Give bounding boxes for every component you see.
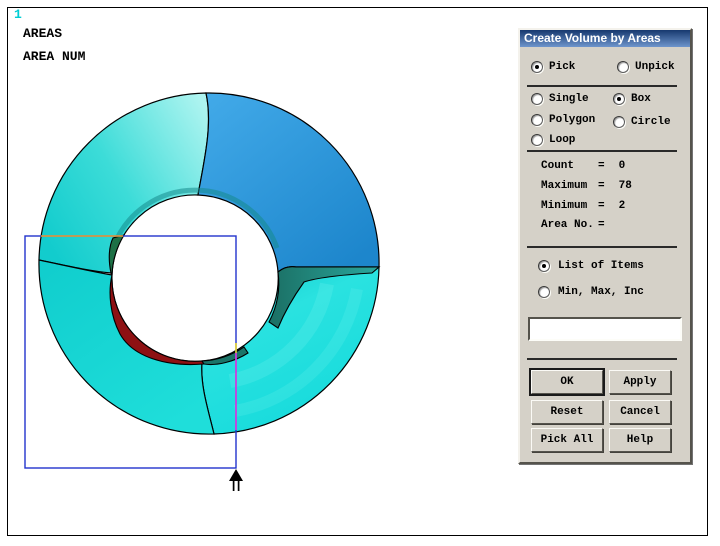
separator [527,246,677,248]
stat-area-no: Area No. = [541,219,605,231]
radio-polygon[interactable] [531,114,543,126]
radio-list-of-items-label: List of Items [558,260,644,272]
radio-pick[interactable] [531,61,543,73]
stat-maximum: Maximum = 78 [541,180,632,192]
torus-segment-top-left[interactable] [38,92,210,276]
separator [527,150,677,152]
stat-minimum: Minimum = 2 [541,200,626,212]
help-button[interactable]: Help [609,428,671,452]
radio-unpick[interactable] [617,61,629,73]
radio-loop-label: Loop [549,134,576,146]
radio-single[interactable] [531,93,543,105]
radio-box-label: Box [631,93,651,105]
apply-button[interactable]: Apply [609,370,671,394]
cancel-button[interactable]: Cancel [609,400,671,424]
cut-face-green[interactable] [108,234,126,276]
dialog-title-bar[interactable]: Create Volume by Areas [520,30,690,47]
item-list-input[interactable] [528,317,682,341]
pick-all-button[interactable]: Pick All [531,428,603,452]
radio-unpick-label: Unpick [635,61,675,73]
radio-circle[interactable] [613,116,625,128]
reset-button[interactable]: Reset [531,400,603,424]
radio-min-max-inc-label: Min, Max, Inc [558,286,644,298]
ansys-graphics-window: 1 AREAS AREA NUM Create Volume by Areas … [0,0,720,546]
radio-list-of-items[interactable] [538,260,550,272]
radio-single-label: Single [549,93,589,105]
torus-segment-top-right-blue[interactable] [197,92,380,274]
separator [527,358,677,360]
pick-cursor-arrow [229,469,243,491]
radio-circle-label: Circle [631,116,671,128]
radio-loop[interactable] [531,134,543,146]
create-volume-by-areas-dialog: Create Volume by Areas Pick Unpick Singl… [518,28,692,464]
torus-volume [38,92,380,435]
torus-segment-bottom-left[interactable] [38,259,215,435]
ok-button[interactable]: OK [529,368,605,396]
radio-polygon-label: Polygon [549,114,596,126]
separator [527,85,677,87]
radio-box[interactable] [613,93,625,105]
stat-count: Count = 0 [541,160,626,172]
radio-min-max-inc[interactable] [538,286,550,298]
radio-pick-label: Pick [549,61,576,73]
